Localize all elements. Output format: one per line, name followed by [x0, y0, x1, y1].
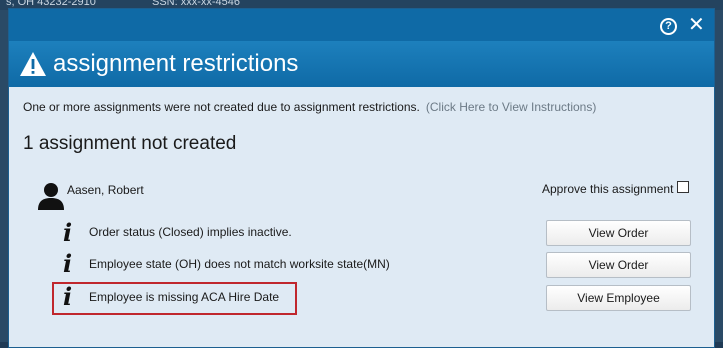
view-order-button[interactable]: View Order: [546, 252, 691, 278]
background-address: s, OH 43232-2910: [6, 0, 96, 8]
info-icon: i: [63, 218, 73, 247]
dialog-title: assignment restrictions: [53, 50, 299, 77]
approve-label: Approve this assignment: [542, 182, 674, 196]
restriction-message: One or more assignments were not created…: [23, 100, 596, 114]
warning-icon: [20, 52, 46, 76]
dialog-top-bar: ? ✕: [9, 9, 714, 41]
person-icon: [38, 183, 64, 210]
view-order-button[interactable]: View Order: [546, 220, 691, 246]
restriction-text: Employee state (OH) does not match works…: [89, 257, 390, 271]
dialog-title-bar: assignment restrictions: [9, 41, 714, 87]
view-employee-button[interactable]: View Employee: [546, 285, 691, 311]
highlight-box: [52, 282, 297, 315]
close-icon[interactable]: ✕: [688, 15, 705, 35]
background-left-edge: [0, 10, 8, 342]
info-icon: i: [63, 249, 73, 278]
employee-name: Aasen, Robert: [67, 183, 144, 197]
not-created-heading: 1 assignment not created: [23, 133, 237, 154]
assignment-restrictions-dialog: ? ✕ assignment restrictions One or more …: [8, 8, 715, 348]
instructions-link[interactable]: (Click Here to View Instructions): [426, 100, 597, 114]
background-right-edge: [715, 10, 723, 342]
restriction-text: Order status (Closed) implies inactive.: [89, 225, 292, 239]
approve-checkbox[interactable]: [677, 181, 689, 193]
message-text: One or more assignments were not created…: [23, 100, 420, 114]
background-ssn: SSN: xxx-xx-4546: [152, 0, 241, 8]
help-icon[interactable]: ?: [660, 18, 677, 35]
